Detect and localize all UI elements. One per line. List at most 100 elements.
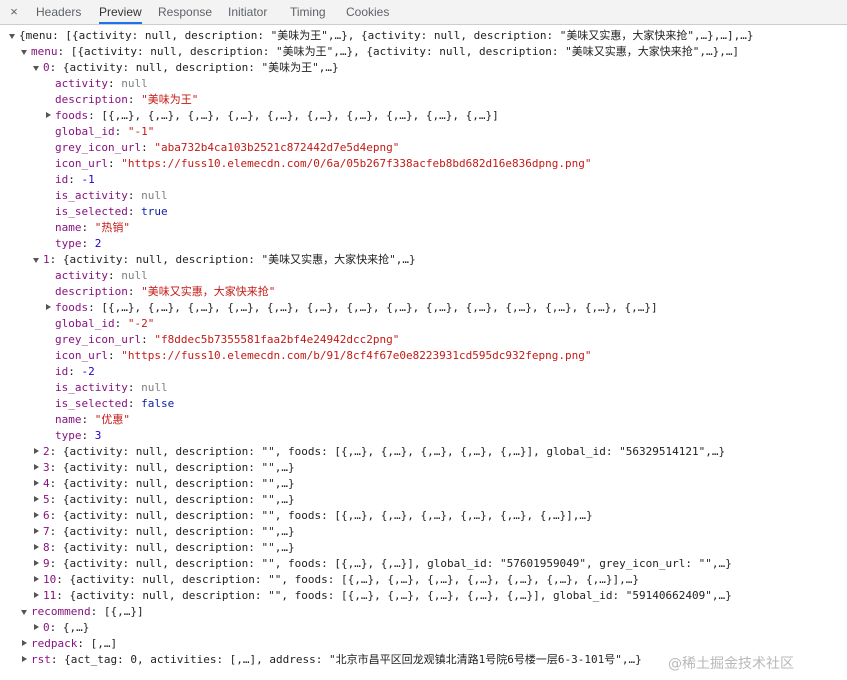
tree-key: grey_icon_url bbox=[55, 333, 142, 346]
tree-row: is_selected: false bbox=[0, 396, 840, 412]
tree-row[interactable]: redpack: [,…] bbox=[0, 636, 840, 652]
tree-row[interactable]: 10: {activity: null, description: "", fo… bbox=[0, 572, 840, 588]
tree-value: : {activity: null, description: "", food… bbox=[49, 509, 593, 522]
tree-key: description bbox=[55, 285, 128, 298]
tree-row-text: is_selected: false bbox=[55, 396, 174, 412]
tree-key: is_activity bbox=[55, 381, 128, 394]
tree-row-text: 2: {activity: null, description: "", foo… bbox=[43, 444, 725, 460]
tree-value: "美味又实惠，大家快来抢" bbox=[141, 285, 276, 298]
tree-value: : {activity: null, description: "美味又实惠，大… bbox=[49, 253, 416, 266]
tab-preview[interactable]: Preview bbox=[99, 0, 142, 24]
tree-row-text: recommend: [{,…}] bbox=[31, 604, 144, 620]
tree-row[interactable]: 1: {activity: null, description: "美味又实惠，… bbox=[0, 252, 840, 268]
collapsed-triangle-icon[interactable] bbox=[33, 540, 41, 556]
tree-value: : bbox=[81, 413, 95, 426]
tree-key: 10 bbox=[43, 573, 57, 586]
tree-row-text: menu: [{activity: null, description: "美味… bbox=[31, 44, 739, 60]
collapsed-triangle-icon[interactable] bbox=[33, 556, 41, 572]
tree-row-text: 0: {activity: null, description: "美味为王",… bbox=[43, 60, 339, 76]
tree-key: grey_icon_url bbox=[55, 141, 142, 154]
expanded-triangle-icon[interactable] bbox=[9, 28, 17, 44]
tree-row-text: global_id: "-2" bbox=[55, 316, 154, 332]
tree-row-text: activity: null bbox=[55, 268, 148, 284]
collapsed-triangle-icon[interactable] bbox=[45, 108, 53, 124]
tree-value: false bbox=[141, 397, 175, 410]
collapsed-triangle-icon[interactable] bbox=[21, 636, 29, 652]
tree-key: 2 bbox=[43, 445, 50, 458]
tree-value: "优惠" bbox=[94, 413, 130, 426]
tree-value: null bbox=[121, 77, 148, 90]
tree-key: 5 bbox=[43, 493, 50, 506]
tree-row-text: is_activity: null bbox=[55, 188, 168, 204]
tree-key: 4 bbox=[43, 477, 50, 490]
tree-row: activity: null bbox=[0, 76, 840, 92]
tree-row: id: -2 bbox=[0, 364, 840, 380]
tree-value: "-1" bbox=[127, 125, 155, 138]
expanded-triangle-icon[interactable] bbox=[33, 60, 41, 76]
collapsed-triangle-icon[interactable] bbox=[21, 652, 29, 668]
expanded-triangle-icon[interactable] bbox=[21, 44, 29, 60]
tree-row[interactable]: recommend: [{,…}] bbox=[0, 604, 840, 620]
tree-row[interactable]: 3: {activity: null, description: "",…} bbox=[0, 460, 840, 476]
tree-value: : bbox=[127, 205, 142, 218]
tree-key: type bbox=[55, 237, 82, 250]
tree-row[interactable]: foods: [{,…}, {,…}, {,…}, {,…}, {,…}, {,… bbox=[0, 108, 840, 124]
tab-timing[interactable]: Timing bbox=[290, 0, 326, 24]
collapsed-triangle-icon[interactable] bbox=[45, 300, 53, 316]
tree-row: type: 3 bbox=[0, 428, 840, 444]
tree-row[interactable]: 0: {,…} bbox=[0, 620, 840, 636]
expanded-triangle-icon[interactable] bbox=[33, 252, 41, 268]
collapsed-triangle-icon[interactable] bbox=[33, 620, 41, 636]
tree-row: icon_url: "https://fuss10.elemecdn.com/0… bbox=[0, 156, 840, 172]
tab-headers[interactable]: Headers bbox=[36, 0, 81, 24]
expanded-triangle-icon[interactable] bbox=[21, 604, 29, 620]
tree-row[interactable]: 5: {activity: null, description: "",…} bbox=[0, 492, 840, 508]
tree-row: is_activity: null bbox=[0, 188, 840, 204]
tree-row[interactable]: {menu: [{activity: null, description: "美… bbox=[0, 28, 840, 44]
collapsed-triangle-icon[interactable] bbox=[33, 588, 41, 604]
tree-row-text: id: -2 bbox=[55, 364, 95, 380]
collapsed-triangle-icon[interactable] bbox=[33, 572, 41, 588]
tab-response[interactable]: Response bbox=[158, 0, 212, 24]
collapsed-triangle-icon[interactable] bbox=[33, 492, 41, 508]
tree-value: "f8ddec5b7355581faa2bf4e24942dcc2png" bbox=[154, 333, 400, 346]
tree-row-text: 6: {activity: null, description: "", foo… bbox=[43, 508, 593, 524]
tree-row[interactable]: 4: {activity: null, description: "",…} bbox=[0, 476, 840, 492]
tree-key: 3 bbox=[43, 461, 50, 474]
tree-value: : [,…] bbox=[77, 637, 118, 650]
tab-cookies[interactable]: Cookies bbox=[346, 0, 389, 24]
tree-value: : [{activity: null, description: "美味为王",… bbox=[57, 45, 740, 58]
tree-row[interactable]: 2: {activity: null, description: "", foo… bbox=[0, 444, 840, 460]
tree-row[interactable]: 0: {activity: null, description: "美味为王",… bbox=[0, 60, 840, 76]
tree-row[interactable]: 8: {activity: null, description: "",…} bbox=[0, 540, 840, 556]
tree-key: 7 bbox=[43, 525, 50, 538]
tree-row[interactable]: 9: {activity: null, description: "", foo… bbox=[0, 556, 840, 572]
tree-value: : [{,…}, {,…}, {,…}, {,…}, {,…}, {,…}, {… bbox=[88, 301, 658, 314]
collapsed-triangle-icon[interactable] bbox=[33, 476, 41, 492]
tree-row[interactable]: 11: {activity: null, description: "", fo… bbox=[0, 588, 840, 604]
collapsed-triangle-icon[interactable] bbox=[33, 460, 41, 476]
tree-key: id bbox=[55, 173, 69, 186]
collapsed-triangle-icon[interactable] bbox=[33, 444, 41, 460]
tree-row[interactable]: 7: {activity: null, description: "",…} bbox=[0, 524, 840, 540]
tree-value: : {activity: null, description: "",…} bbox=[49, 493, 295, 506]
tree-row: id: -1 bbox=[0, 172, 840, 188]
tree-row-text: 9: {activity: null, description: "", foo… bbox=[43, 556, 732, 572]
collapsed-triangle-icon[interactable] bbox=[33, 524, 41, 540]
tree-row-text: 11: {activity: null, description: "", fo… bbox=[43, 588, 732, 604]
tree-key: is_selected bbox=[55, 397, 128, 410]
tree-row[interactable]: menu: [{activity: null, description: "美味… bbox=[0, 44, 840, 60]
collapsed-triangle-icon[interactable] bbox=[33, 508, 41, 524]
tree-row[interactable]: foods: [{,…}, {,…}, {,…}, {,…}, {,…}, {,… bbox=[0, 300, 840, 316]
tree-value: : bbox=[81, 237, 95, 250]
tree-key: 11 bbox=[43, 589, 57, 602]
tree-value: : {,…} bbox=[49, 621, 90, 634]
tree-row[interactable]: 6: {activity: null, description: "", foo… bbox=[0, 508, 840, 524]
tree-row-text: is_selected: true bbox=[55, 204, 168, 220]
close-icon[interactable]: × bbox=[6, 3, 22, 21]
tree-value: "美味为王" bbox=[141, 93, 199, 106]
tree-value: "热销" bbox=[94, 221, 130, 234]
tree-row: description: "美味又实惠，大家快来抢" bbox=[0, 284, 840, 300]
tree-value: {menu: [{activity: null, description: "美… bbox=[19, 29, 754, 42]
tab-initiator[interactable]: Initiator bbox=[228, 0, 267, 24]
